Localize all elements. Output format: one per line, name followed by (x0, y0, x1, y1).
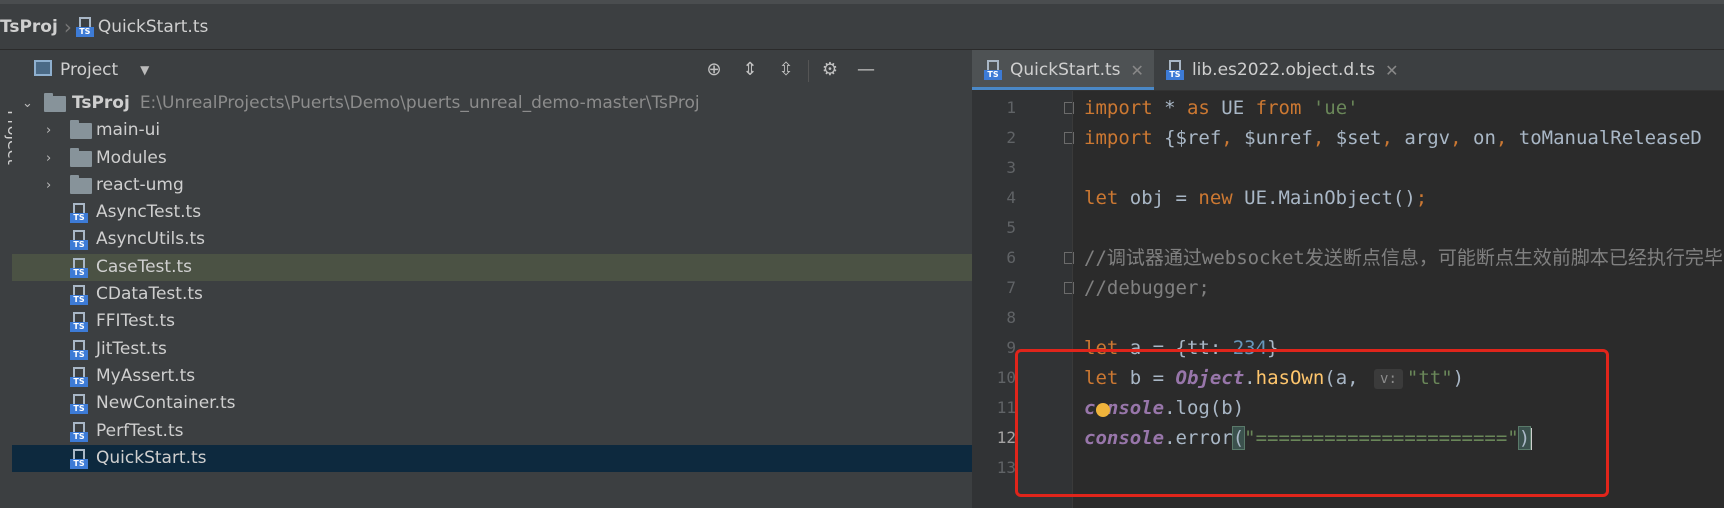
file-label: QuickStart.ts (96, 447, 207, 468)
tree-file[interactable]: TS AsyncTest.ts (12, 199, 972, 226)
typescript-file-icon: TS (984, 60, 1002, 80)
typescript-file-icon: TS (70, 203, 88, 224)
code-area[interactable]: import * as UE from 'ue' import {$ref, $… (1084, 91, 1723, 450)
file-label: AsyncTest.ts (96, 202, 202, 223)
tree-root[interactable]: ⌄ TsProj E:\UnrealProjects\Puerts\Demo\pu… (12, 90, 972, 117)
typescript-file-icon: TS (70, 257, 88, 278)
tree-file[interactable]: TS CaseTest.ts (12, 253, 972, 282)
project-view-icon (34, 60, 52, 76)
tree-file[interactable]: TS QuickStart.ts (12, 444, 972, 473)
file-label: AsyncUtils.ts (96, 229, 206, 250)
project-panel-header: Project ▼ ⊕ ⇕ ⇳ ⚙ — (12, 50, 972, 90)
folder-icon (70, 174, 92, 194)
project-panel-title[interactable]: Project (60, 60, 118, 80)
file-label: JitTest.ts (96, 338, 167, 359)
line-number: 6 (1006, 248, 1016, 267)
file-label: MyAssert.ts (96, 365, 196, 386)
typescript-file-icon: TS (70, 312, 88, 333)
breadcrumb: TsProj › TS QuickStart.ts (0, 0, 1724, 50)
file-label: FFITest.ts (96, 311, 175, 332)
editor-tabs: TS QuickStart.ts ✕ TS lib.es2022.object.… (972, 50, 1724, 91)
tree-file[interactable]: TS FFITest.ts (12, 308, 972, 335)
line-number: 1 (1006, 98, 1016, 117)
file-label: CaseTest.ts (96, 256, 193, 277)
folder-icon (70, 120, 92, 140)
tab-lib-es2022[interactable]: TS lib.es2022.object.d.ts ✕ (1154, 50, 1409, 90)
typescript-file-icon: TS (1165, 60, 1184, 80)
code-line-6: //调试器通过websocket发送断点信息，可能断点生效前脚本已经执行完毕 (1084, 247, 1723, 269)
chevron-down-icon[interactable]: ▼ (140, 63, 149, 77)
tree-folder[interactable]: › main-ui (12, 117, 972, 144)
typescript-file-icon: TS (70, 366, 88, 387)
tree-file[interactable]: TS NewContainer.ts (12, 390, 972, 417)
tab-label: QuickStart.ts (1010, 60, 1121, 80)
line-number: 5 (1006, 218, 1016, 237)
code-line-2: import {$ref, $unref, $set, argv, on, to… (1084, 127, 1702, 149)
line-number: 7 (1006, 278, 1016, 297)
toolbar-divider (808, 60, 809, 82)
folder-label: main-ui (96, 120, 161, 141)
code-line-4: let obj = new UE.MainObject(); (1084, 187, 1428, 209)
typescript-file-icon: TS (70, 230, 88, 251)
typescript-file-icon: TS (70, 394, 88, 415)
annotation-highlight-box (1015, 349, 1609, 497)
file-label: CDataTest.ts (96, 284, 203, 305)
breadcrumb-file[interactable]: QuickStart.ts (98, 17, 209, 37)
line-number: 2 (1006, 128, 1016, 147)
file-label: PerfTest.ts (96, 420, 184, 441)
typescript-file-icon: TS (70, 339, 88, 360)
tree-file[interactable]: TS JitTest.ts (12, 336, 972, 363)
tree-file[interactable]: TS CDataTest.ts (12, 281, 972, 308)
tree-folder[interactable]: › react-umg (12, 172, 972, 199)
breadcrumb-project[interactable]: TsProj (0, 17, 58, 37)
close-icon[interactable]: ✕ (1385, 61, 1398, 80)
tab-label: lib.es2022.object.d.ts (1191, 60, 1376, 80)
line-number: 10 (996, 368, 1016, 387)
tree-folder[interactable]: › Modules (12, 145, 972, 172)
folder-icon (44, 93, 66, 112)
typescript-file-icon: TS (70, 421, 88, 442)
project-tree: ⌄ TsProj E:\UnrealProjects\Puerts\Demo\pu… (12, 90, 972, 473)
collapse-all-icon[interactable]: ⇳ (774, 58, 798, 82)
typescript-file-icon: TS (70, 285, 88, 306)
expand-all-icon[interactable]: ⇕ (738, 58, 762, 82)
line-number: 11 (996, 398, 1016, 417)
line-number: 12 (996, 428, 1016, 447)
tree-file[interactable]: TS PerfTest.ts (12, 418, 972, 445)
tree-file[interactable]: TS AsyncUtils.ts (12, 226, 972, 253)
folder-label: react-umg (96, 174, 184, 195)
code-line-7: //debugger; (1084, 277, 1210, 299)
line-number: 13 (996, 458, 1016, 477)
line-number: 8 (1006, 308, 1016, 327)
root-name: TsProj (72, 93, 130, 113)
chevron-down-icon[interactable]: ⌄ (22, 90, 33, 117)
close-icon[interactable]: ✕ (1131, 61, 1144, 80)
file-label: NewContainer.ts (96, 393, 236, 414)
line-number: 9 (1006, 338, 1016, 357)
tab-quickstart[interactable]: TS QuickStart.ts ✕ (972, 50, 1154, 90)
tree-file[interactable]: TS MyAssert.ts (12, 363, 972, 390)
gear-icon[interactable]: ⚙ (818, 58, 842, 82)
typescript-file-icon: TS (70, 448, 88, 469)
project-panel: Project ▼ ⊕ ⇕ ⇳ ⚙ — ⌄ TsProj E:\UnrealPro… (12, 50, 972, 508)
line-number: 3 (1006, 158, 1016, 177)
line-number: 4 (1006, 188, 1016, 207)
chevron-right-icon: › (63, 14, 72, 39)
chevron-right-icon[interactable]: › (46, 172, 51, 199)
locate-icon[interactable]: ⊕ (702, 58, 726, 82)
code-line-1: import * as UE from 'ue' (1084, 97, 1359, 119)
root-path: E:\UnrealProjects\Puerts\Demo\puerts_unr… (139, 93, 700, 113)
folder-label: Modules (96, 147, 167, 168)
chevron-right-icon[interactable]: › (46, 117, 51, 144)
chevron-right-icon[interactable]: › (46, 145, 51, 172)
folder-icon (70, 147, 92, 167)
typescript-file-icon: TS (75, 16, 94, 37)
minimize-icon[interactable]: — (854, 58, 878, 82)
